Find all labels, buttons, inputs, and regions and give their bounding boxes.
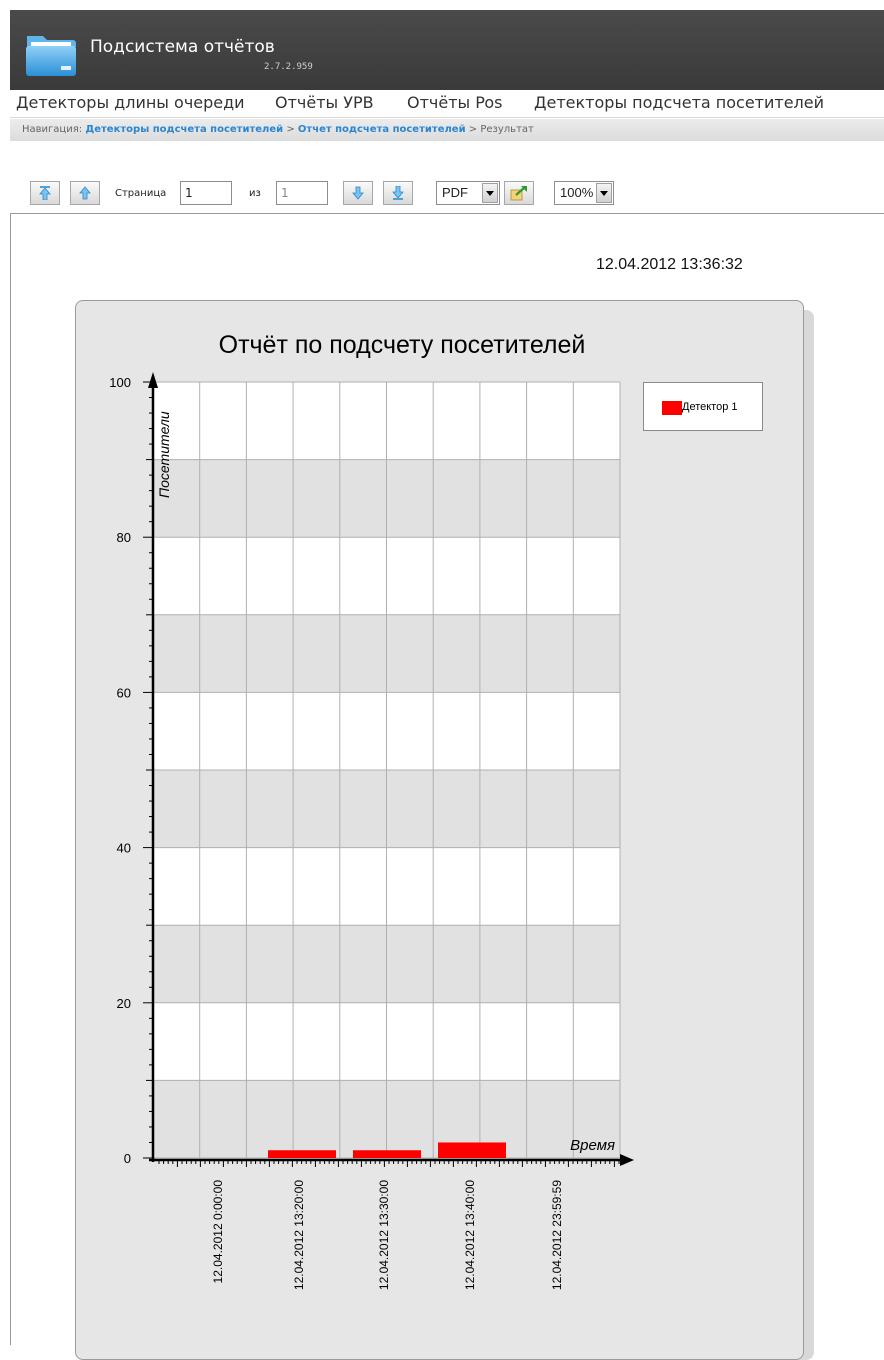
x-axis-arrow (620, 1154, 634, 1166)
y-axis-label: Посетители (156, 411, 172, 498)
y-tick-label: 100 (109, 375, 131, 390)
y-axis-arrow (148, 372, 158, 388)
bar (353, 1150, 421, 1158)
x-tick-label: 12.04.2012 13:40:00 (463, 1180, 477, 1290)
y-tick-label: 60 (117, 685, 131, 700)
y-tick-label: 40 (117, 841, 131, 856)
x-tick-label: 12.04.2012 0:00:00 (211, 1180, 225, 1284)
x-tick-label: 12.04.2012 23:59:59 (550, 1180, 564, 1290)
legend-label: Детектор 1 (682, 401, 738, 413)
legend-swatch (662, 401, 682, 415)
x-tick-label: 12.04.2012 13:20:00 (292, 1180, 306, 1290)
y-tick-label: 20 (117, 996, 131, 1011)
chart-legend: Детектор 1 (643, 382, 763, 431)
y-tick-label: 0 (124, 1151, 131, 1166)
x-tick-label: 12.04.2012 13:30:00 (377, 1180, 391, 1290)
bar (268, 1150, 336, 1158)
y-tick-label: 80 (117, 530, 131, 545)
bar-chart: 0 20 40 60 80 100 Посетители Время 12.04.2012 0:… (109, 372, 634, 1290)
x-axis-label: Время (570, 1137, 615, 1154)
bar (438, 1142, 506, 1158)
